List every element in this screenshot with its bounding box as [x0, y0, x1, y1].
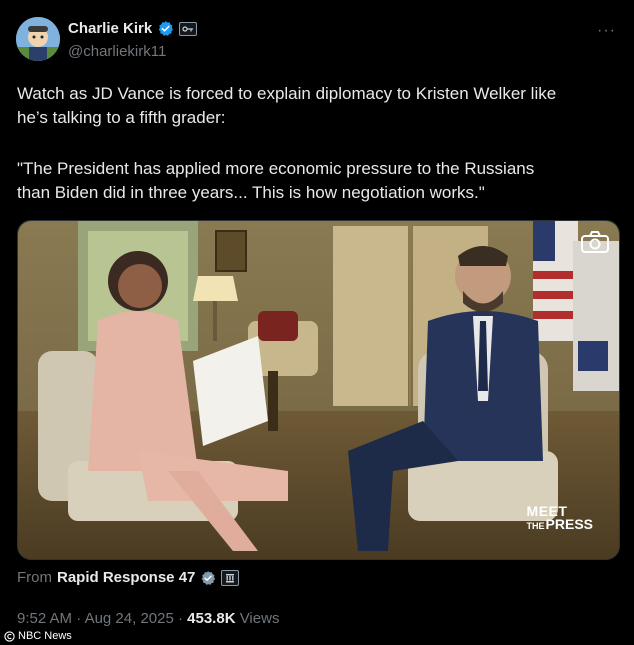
camera-icon[interactable] — [581, 231, 609, 253]
post-meta-row: 9:52 AM · Aug 24, 2025 · 453.8K Views — [17, 610, 279, 627]
author-handle[interactable]: @charliekirk11 — [68, 43, 166, 60]
copyright-icon — [4, 630, 15, 642]
post-text-line: he’s talking to a fifth grader: — [17, 108, 226, 127]
quote-source-row: From Rapid Response 47 — [17, 569, 240, 586]
post-text-line: "The President has applied more economic… — [17, 159, 535, 178]
author-name-row: Charlie Kirk — [68, 20, 198, 37]
verified-badge-icon — [158, 21, 174, 36]
views-label: Views — [239, 610, 280, 627]
post-media-video[interactable]: MEET THEPRESS — [17, 220, 620, 560]
watermark-line-2a: THE — [526, 521, 545, 531]
meet-the-press-watermark: MEET THEPRESS — [526, 504, 593, 533]
source-account-name[interactable]: Rapid Response 47 — [57, 569, 195, 586]
views-count: 453.8K — [187, 610, 236, 627]
post-text-paragraph-1: Watch as JD Vance is forced to explain d… — [17, 82, 617, 130]
photo-credit: NBC News — [4, 630, 72, 642]
from-label: From — [17, 569, 52, 586]
post-date[interactable]: Aug 24, 2025 — [85, 610, 174, 627]
post-text-line: Watch as JD Vance is forced to explain d… — [17, 84, 557, 103]
photo-credit-text: NBC News — [18, 630, 72, 642]
watermark-line-2b: PRESS — [545, 516, 593, 532]
post-time[interactable]: 9:52 AM — [17, 610, 72, 627]
post-text-line: than Biden did in three years... This is… — [17, 183, 485, 202]
verified-badge-gray-icon — [202, 570, 216, 585]
avatar[interactable] — [16, 17, 60, 61]
author-display-name[interactable]: Charlie Kirk — [68, 20, 152, 37]
affiliation-badge-icon[interactable] — [179, 21, 198, 36]
meta-separator: · — [76, 610, 82, 627]
post-text-paragraph-2: "The President has applied more economic… — [17, 157, 617, 205]
meta-separator: · — [177, 610, 183, 627]
more-options-icon[interactable]: ··· — [597, 22, 616, 40]
government-affiliation-icon[interactable] — [221, 569, 240, 586]
